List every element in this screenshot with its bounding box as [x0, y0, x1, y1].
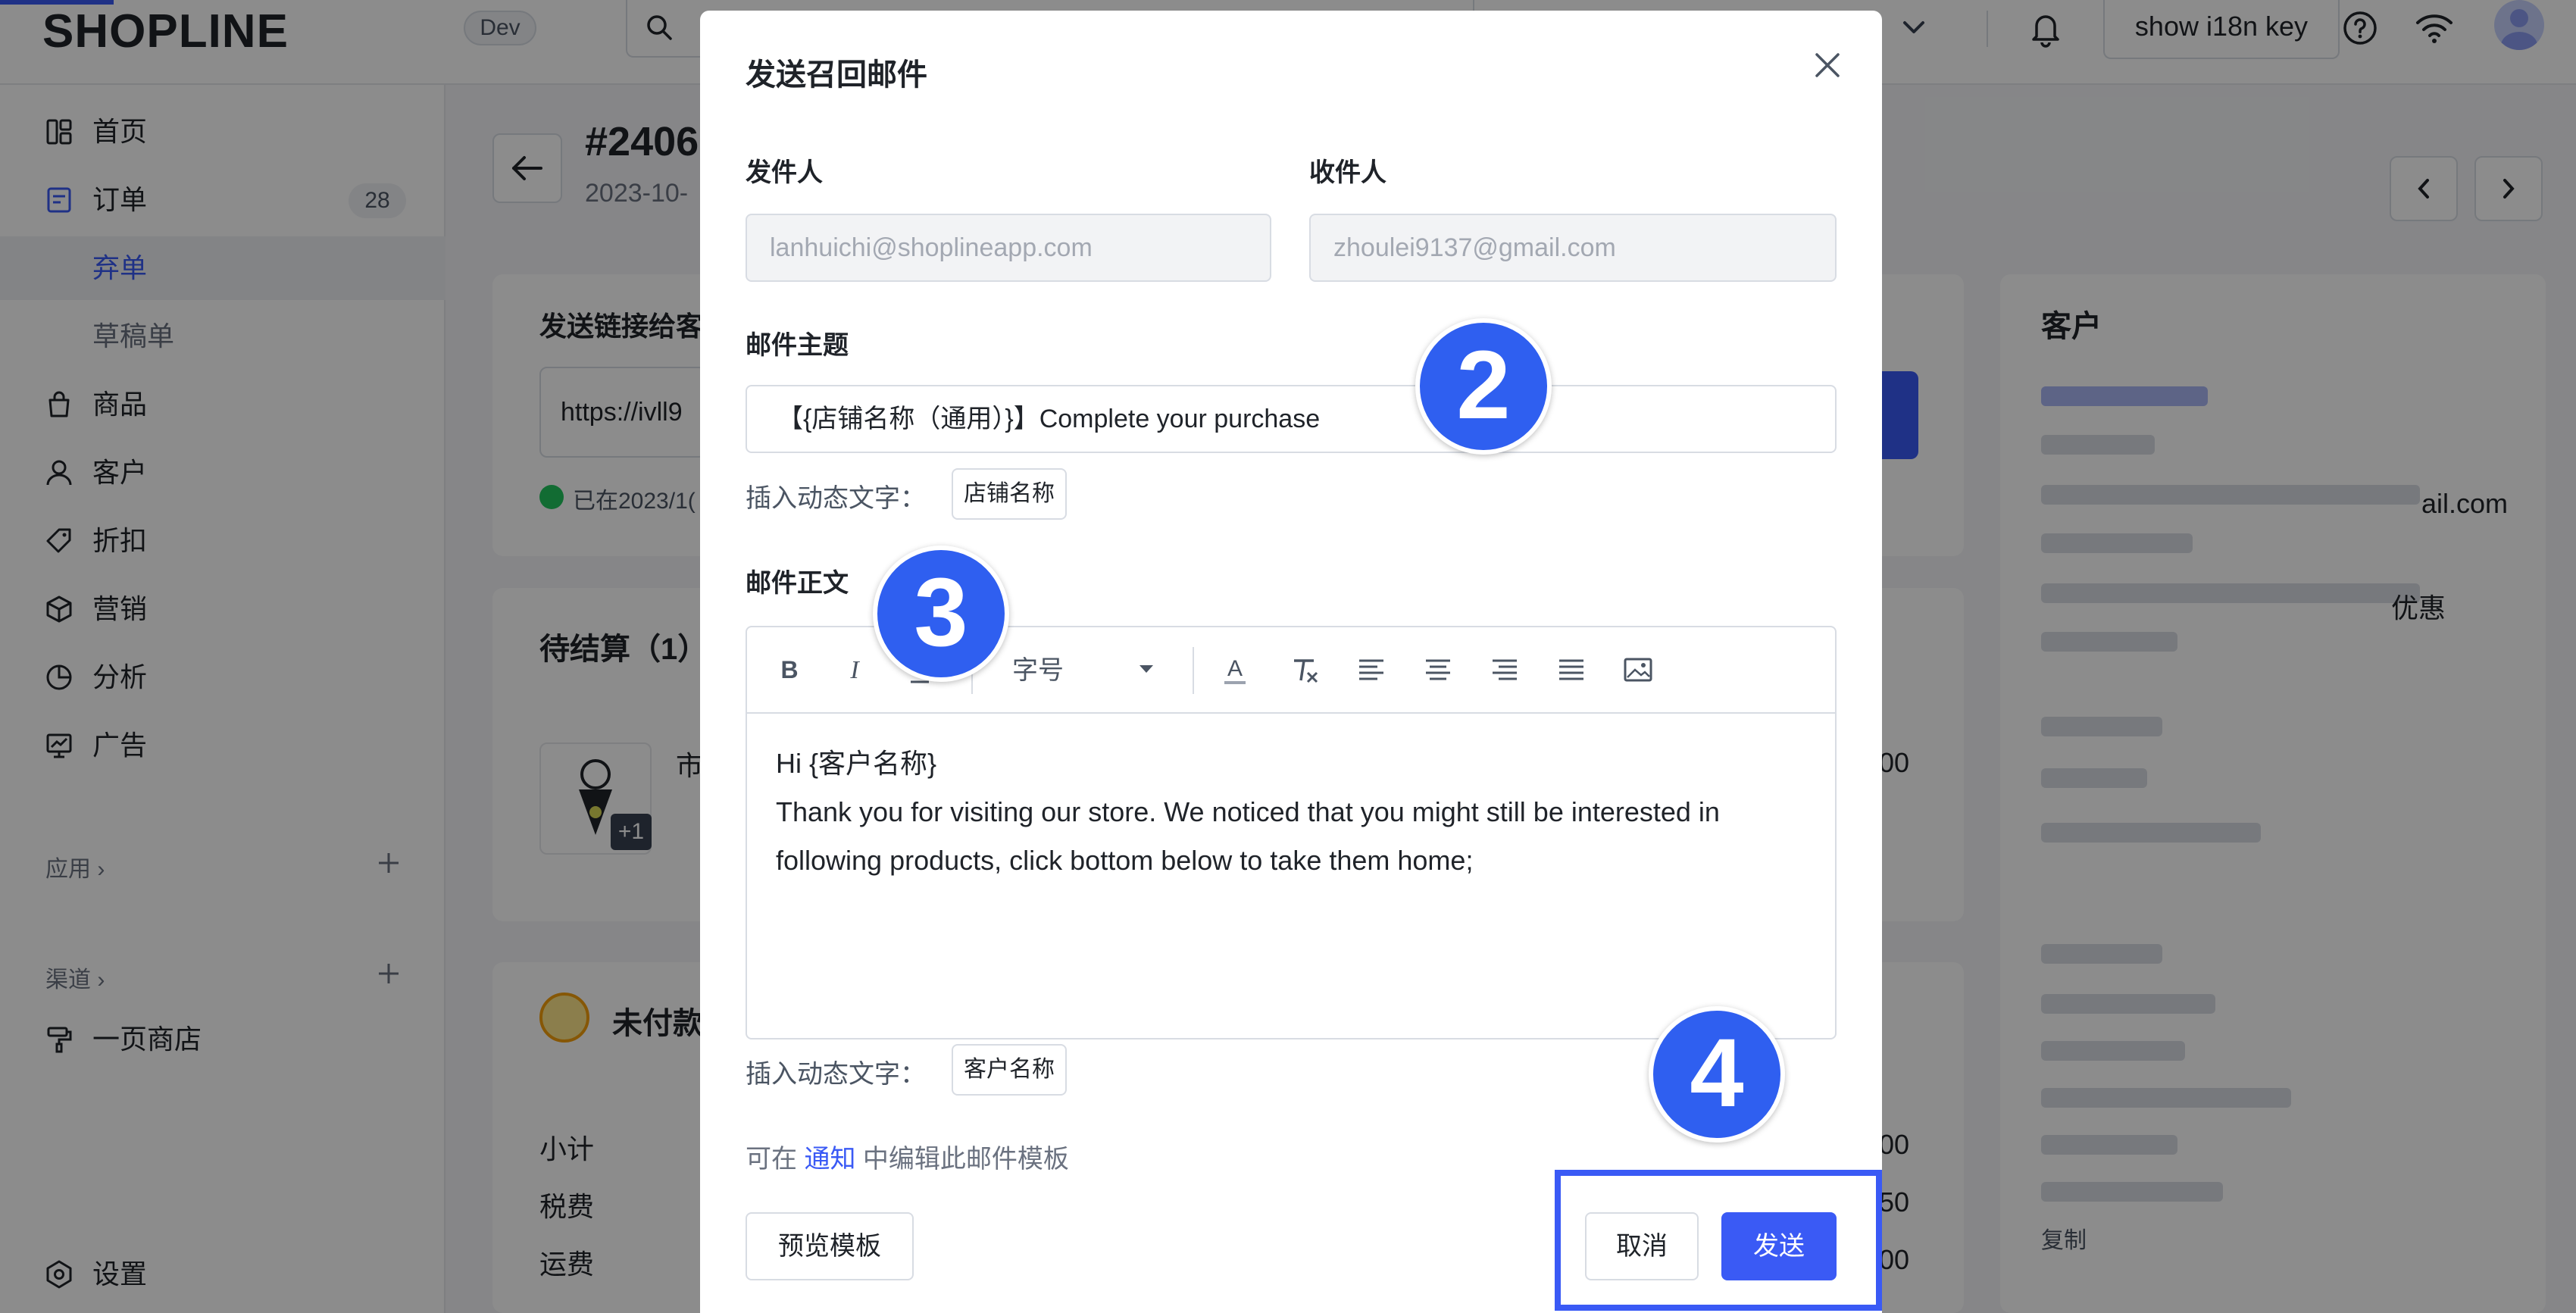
step-badge-4: 4 — [1649, 1006, 1785, 1143]
font-size-placeholder: 字号 — [1012, 656, 1064, 685]
body-label: 邮件正文 — [746, 569, 849, 598]
edit-template-notice: 可在 通知 中编辑此邮件模板 — [746, 1138, 1069, 1175]
notice-prefix: 可在 — [746, 1145, 805, 1174]
dialog-title: 发送召回邮件 — [746, 58, 927, 92]
insert-dynamic-text-label: 插入动态文字： — [746, 1060, 926, 1089]
align-justify-icon[interactable] — [1555, 653, 1588, 686]
subject-input[interactable]: 【{店铺名称（通用）}】Complete your purchase — [746, 385, 1837, 453]
preview-template-button[interactable]: 预览模板 — [746, 1212, 914, 1280]
italic-icon[interactable]: I — [838, 653, 871, 686]
close-icon[interactable] — [1811, 48, 1844, 82]
body-line: Thank you for visiting our store. We not… — [776, 796, 1720, 827]
body-line: following products, click bottom below t… — [776, 845, 1474, 876]
body-line: Hi {客户名称} — [776, 748, 937, 779]
font-color-icon[interactable]: A — [1218, 653, 1252, 686]
insert-store-name-tag[interactable]: 店铺名称 — [952, 468, 1067, 520]
chevron-down-icon — [1140, 665, 1153, 673]
sender-field: lanhuichi@shoplineapp.com — [746, 214, 1271, 282]
notifications-link[interactable]: 通知 — [804, 1145, 855, 1174]
step-badge-3: 3 — [873, 546, 1009, 682]
recipient-field: zhoulei9137@gmail.com — [1309, 214, 1837, 282]
rich-text-editor: B I 字号 A Hi {客户名称} Thank you for visitin… — [746, 626, 1837, 1039]
svg-text:I: I — [849, 656, 860, 684]
align-left-icon[interactable] — [1355, 653, 1388, 686]
svg-text:B: B — [780, 656, 798, 683]
insert-image-icon[interactable] — [1621, 653, 1655, 686]
sender-label: 发件人 — [746, 158, 823, 187]
insert-customer-name-tag[interactable]: 客户名称 — [952, 1044, 1067, 1096]
notice-suffix: 中编辑此邮件模板 — [855, 1145, 1069, 1174]
align-center-icon[interactable] — [1421, 653, 1455, 686]
bold-icon[interactable]: B — [773, 653, 806, 686]
insert-dynamic-text-label: 插入动态文字： — [746, 484, 926, 513]
clear-format-icon[interactable] — [1288, 653, 1321, 686]
svg-text:A: A — [1227, 656, 1243, 681]
step-badge-2: 2 — [1415, 318, 1552, 455]
font-size-select[interactable]: 字号 — [1012, 650, 1164, 691]
toolbar-divider — [1193, 647, 1194, 694]
action-buttons-highlight — [1555, 1170, 1882, 1311]
email-body-content[interactable]: Hi {客户名称} Thank you for visiting our sto… — [776, 739, 1814, 885]
recipient-label: 收件人 — [1309, 158, 1386, 187]
align-right-icon[interactable] — [1488, 653, 1521, 686]
subject-label: 邮件主题 — [746, 331, 849, 360]
